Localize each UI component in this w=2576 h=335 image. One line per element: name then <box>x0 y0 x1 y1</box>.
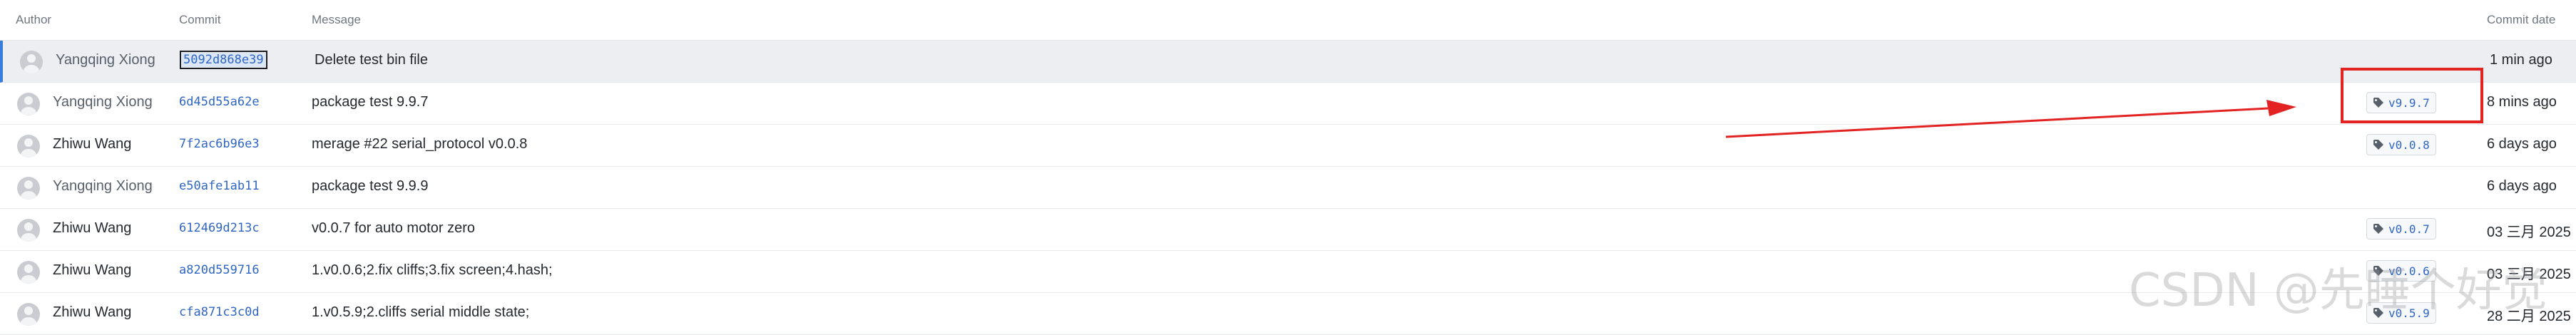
commit-message: v0.0.7 for auto motor zero <box>312 220 476 236</box>
table-header: Author Commit Message Commit date <box>0 0 2576 41</box>
tag-label: v0.0.8 <box>2388 138 2430 152</box>
commit-hash-link[interactable]: e50afe1ab11 <box>179 179 260 193</box>
commit-date: 6 days ago <box>2487 136 2557 152</box>
commit-author: Zhiwu Wang <box>53 304 132 320</box>
avatar <box>17 261 40 284</box>
tag-badge[interactable]: v0.0.8 <box>2366 134 2436 155</box>
commit-message: 1.v0.5.9;2.cliffs serial middle state; <box>312 304 530 320</box>
column-header-commit[interactable]: Commit <box>179 13 221 27</box>
avatar <box>17 303 40 326</box>
commit-author: Yangqing Xiong <box>53 94 153 110</box>
commit-date: 8 mins ago <box>2487 94 2557 110</box>
commit-row[interactable]: Zhiwu Wang 7f2ac6b96e3 merage #22 serial… <box>0 125 2576 167</box>
commit-hash-link[interactable]: 7f2ac6b96e3 <box>179 137 260 151</box>
watermark: CSDN @先睡个好觉 <box>2129 264 2547 317</box>
column-header-message[interactable]: Message <box>312 13 361 27</box>
tag-badge[interactable]: v0.0.7 <box>2366 218 2436 239</box>
commit-message: package test 9.9.9 <box>312 178 429 194</box>
commit-hash-link[interactable]: 612469d213c <box>179 221 260 235</box>
commit-hash-link[interactable]: 6d45d55a62e <box>179 95 260 109</box>
tag-icon <box>2373 223 2384 234</box>
commit-message: Delete test bin file <box>315 52 428 68</box>
annotation-highlight-box <box>2341 68 2483 123</box>
commit-date: 03 三月 2025 <box>2487 225 2571 240</box>
commit-author: Zhiwu Wang <box>53 220 132 236</box>
tag-label: v0.0.7 <box>2388 222 2430 236</box>
commit-message: merage #22 serial_protocol v0.0.8 <box>312 136 528 152</box>
commit-author: Zhiwu Wang <box>53 262 132 278</box>
avatar <box>20 51 43 73</box>
commit-row[interactable]: Zhiwu Wang 612469d213c v0.0.7 for auto m… <box>0 209 2576 251</box>
column-header-commit-date[interactable]: Commit date <box>2487 13 2555 27</box>
commit-message: 1.v0.0.6;2.fix cliffs;3.fix screen;4.has… <box>312 262 553 278</box>
commit-row[interactable]: Yangqing Xiong e50afe1ab11 package test … <box>0 167 2576 209</box>
commit-hash-link[interactable]: cfa871c3c0d <box>179 305 260 319</box>
commit-row[interactable]: Yangqing Xiong 5092d868e39 Delete test b… <box>0 41 2576 83</box>
commit-date: 1 min ago <box>2490 52 2552 68</box>
commit-hash-link[interactable]: 5092d868e39 <box>180 51 267 69</box>
tag-icon <box>2373 139 2384 150</box>
commit-date: 6 days ago <box>2487 178 2557 194</box>
commit-row[interactable]: Yangqing Xiong 6d45d55a62e package test … <box>0 83 2576 125</box>
avatar <box>17 135 40 158</box>
commit-hash-link[interactable]: a820d559716 <box>179 263 260 277</box>
commit-author: Yangqing Xiong <box>56 52 155 68</box>
avatar <box>17 177 40 200</box>
commit-author: Yangqing Xiong <box>53 178 153 194</box>
avatar <box>17 219 40 242</box>
column-header-author[interactable]: Author <box>16 13 51 27</box>
avatar <box>17 93 40 115</box>
commit-author: Zhiwu Wang <box>53 136 132 152</box>
commit-message: package test 9.9.7 <box>312 94 429 110</box>
